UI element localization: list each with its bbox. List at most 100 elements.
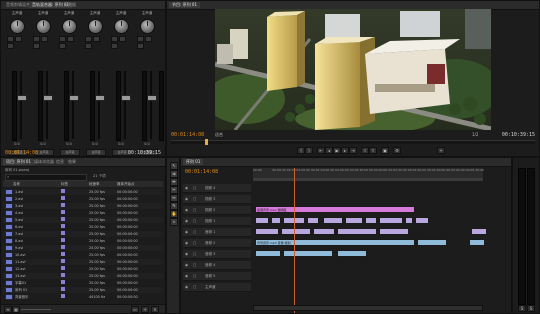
list-item[interactable]: 7.avi 25.00 fps 00:00:00:00	[3, 231, 163, 237]
fader-track[interactable]	[124, 71, 126, 139]
export-frame-icon[interactable]: ▣	[381, 147, 389, 154]
pan-knob-icon[interactable]	[10, 19, 25, 34]
column-label[interactable]: 标签	[61, 181, 68, 187]
timeline-clip[interactable]	[255, 250, 281, 257]
timeline-clip[interactable]	[281, 228, 311, 235]
record-button[interactable]	[7, 43, 14, 49]
mute-button[interactable]	[7, 36, 14, 42]
solo-button[interactable]	[145, 36, 152, 42]
record-button[interactable]	[111, 43, 118, 49]
solo-button[interactable]	[67, 36, 74, 42]
list-item[interactable]: 2.avi 25.00 fps 00:00:00:00	[3, 196, 163, 202]
timeline-clip[interactable]	[379, 217, 403, 224]
channel-output-select[interactable]: 主声道	[86, 149, 106, 156]
go-to-in-icon[interactable]: ⇤	[317, 147, 325, 154]
tab-program[interactable]: 节目: 序列 01	[169, 2, 200, 8]
fader-handle[interactable]	[121, 95, 131, 101]
timeline-clip[interactable]	[313, 228, 335, 235]
timeline-clip[interactable]	[337, 250, 367, 257]
fader-track[interactable]	[72, 71, 74, 139]
solo-button[interactable]	[119, 36, 126, 42]
pan-knob-icon[interactable]	[140, 19, 155, 34]
mute-button[interactable]	[85, 36, 92, 42]
pan-knob-icon[interactable]	[114, 19, 129, 34]
mute-button[interactable]	[59, 36, 66, 42]
timeline-clip[interactable]	[337, 228, 377, 235]
solo-button[interactable]	[93, 36, 100, 42]
new-item-icon[interactable]: +	[141, 306, 149, 313]
mark-out-icon[interactable]: }	[305, 147, 313, 154]
add-button-icon[interactable]: +	[437, 147, 445, 154]
list-item[interactable]: 5.avi 25.00 fps 00:00:00:00	[3, 217, 163, 223]
playhead-marker[interactable]	[205, 139, 208, 145]
fader-handle[interactable]	[95, 95, 105, 101]
column-name[interactable]: 名称	[13, 181, 20, 187]
channel-volume-value[interactable]: 0.0	[31, 142, 55, 146]
list-item[interactable]: 13.avi 25.00 fps 00:00:00:00	[3, 273, 163, 279]
project-search-input[interactable]: ⌕	[5, 174, 87, 181]
hand-tool-icon[interactable]: ✋	[170, 210, 178, 218]
timeline-clip[interactable]	[417, 239, 447, 246]
zoom-tool-icon[interactable]: ⌕	[170, 218, 178, 226]
channel-label[interactable]: 主声道	[57, 11, 81, 16]
timeline-clip[interactable]	[255, 228, 279, 235]
meter-solo-right-icon[interactable]: S	[527, 305, 535, 312]
record-button[interactable]	[59, 43, 66, 49]
mute-button[interactable]	[137, 36, 144, 42]
timeline-scrollbar[interactable]	[253, 305, 483, 311]
track-header[interactable]: ◉ ▢ 视频 2	[183, 206, 251, 215]
fader-handle[interactable]	[17, 95, 27, 101]
list-item[interactable]: 3.avi 25.00 fps 00:00:00:00	[3, 203, 163, 209]
program-fit-dropdown[interactable]: 适合	[215, 132, 223, 138]
list-item[interactable]: 6.avi 25.00 fps 00:00:00:00	[3, 224, 163, 230]
track-header[interactable]: ◉ ▢ 视频 3	[183, 195, 251, 204]
settings-icon[interactable]: ⚙	[393, 147, 401, 154]
extract-icon[interactable]: ⇪	[369, 147, 377, 154]
mixer-timecode-left[interactable]: 00:01:14:08	[5, 150, 38, 156]
timeline-clip[interactable]: 背景音乐.mp3 音量:级别	[255, 239, 415, 246]
record-button[interactable]	[137, 43, 144, 49]
channel-output-select[interactable]: 主声道	[60, 149, 80, 156]
mute-button[interactable]	[33, 36, 40, 42]
list-item[interactable]: 11.avi 25.00 fps 00:00:00:00	[3, 259, 163, 265]
timeline-clip[interactable]	[365, 217, 377, 224]
fader-track[interactable]	[20, 71, 22, 139]
tab-metadata[interactable]: 元数据	[61, 2, 79, 8]
track-header[interactable]: ◉ ▢ 音频 4	[183, 261, 251, 270]
timeline-clip[interactable]	[379, 228, 409, 235]
timeline-clip[interactable]	[271, 217, 281, 224]
lock-icon[interactable]: ▢	[193, 239, 196, 247]
channel-label[interactable]: 主声道	[31, 11, 55, 16]
program-zoom-select[interactable]: 1/2	[472, 132, 478, 137]
record-button[interactable]	[33, 43, 40, 49]
meter-solo-left-icon[interactable]: S	[518, 305, 526, 312]
list-item[interactable]: 8.avi 25.00 fps 00:00:00:00	[3, 238, 163, 244]
track-header[interactable]: ◉ ▢ 音频 1	[183, 228, 251, 237]
list-item[interactable]: 字幕01 25.00 fps 00:00:00:00	[3, 280, 163, 286]
timeline-clip[interactable]	[469, 239, 485, 246]
work-area-bar[interactable]	[253, 178, 483, 181]
track-header[interactable]: ◉ ▢ 音频 3	[183, 250, 251, 259]
eye-icon[interactable]: ◉	[185, 217, 188, 225]
lock-icon[interactable]: ▢	[193, 217, 196, 225]
ripple-edit-tool-icon[interactable]: ⇹	[170, 178, 178, 186]
pan-knob-icon[interactable]	[88, 19, 103, 34]
eye-icon[interactable]: ◉	[185, 261, 188, 269]
razor-tool-icon[interactable]: ✂	[170, 186, 178, 194]
timeline-clip[interactable]	[323, 217, 343, 224]
lock-icon[interactable]: ▢	[193, 250, 196, 258]
list-item[interactable]: 9.avi 25.00 fps 00:00:00:00	[3, 245, 163, 251]
zoom-slider[interactable]	[21, 309, 51, 310]
channel-label[interactable]: 主声道	[5, 11, 29, 16]
step-forward-icon[interactable]: ▸	[341, 147, 349, 154]
program-scrub-bar[interactable]	[171, 139, 535, 145]
lock-icon[interactable]: ▢	[193, 283, 196, 291]
fader-track[interactable]	[98, 71, 100, 139]
track-header[interactable]: ◉ ▢ 视频 4	[183, 184, 251, 193]
timeline-timecode[interactable]: 00:01:14:08	[185, 169, 218, 175]
icon-view-icon[interactable]: ▦	[12, 306, 20, 313]
selection-tool-icon[interactable]: ↖	[170, 162, 178, 170]
column-media-start[interactable]: 媒体开始点	[117, 181, 135, 187]
timeline-clip[interactable]	[405, 217, 413, 224]
lock-icon[interactable]: ▢	[193, 184, 196, 192]
